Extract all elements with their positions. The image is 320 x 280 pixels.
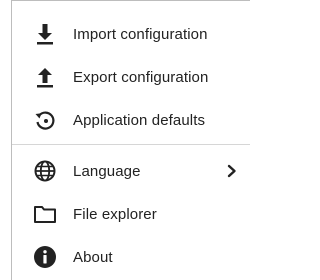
info-icon	[32, 244, 58, 270]
menu-item-label: Import configuration	[73, 25, 208, 43]
menu-divider	[12, 144, 250, 145]
menu-item-label: About	[73, 248, 113, 266]
menu-item-language[interactable]: Language	[12, 151, 250, 191]
menu-item-import-configuration[interactable]: Import configuration	[12, 14, 250, 54]
chevron-right-icon	[226, 164, 238, 178]
menu-item-label: Export configuration	[73, 68, 209, 86]
download-icon	[32, 21, 58, 47]
menu-item-label: Language	[73, 162, 141, 180]
context-menu: Import configuration Export configuratio…	[11, 0, 250, 280]
folder-icon	[32, 201, 58, 227]
menu-item-export-configuration[interactable]: Export configuration	[12, 57, 250, 97]
menu-item-application-defaults[interactable]: Application defaults	[12, 100, 250, 140]
globe-icon	[32, 158, 58, 184]
menu-item-label: File explorer	[73, 205, 157, 223]
menu-item-label: Application defaults	[73, 111, 206, 129]
restore-icon	[32, 107, 58, 133]
upload-icon	[32, 64, 58, 90]
menu-item-file-explorer[interactable]: File explorer	[12, 194, 250, 234]
menu-item-about[interactable]: About	[12, 237, 250, 277]
